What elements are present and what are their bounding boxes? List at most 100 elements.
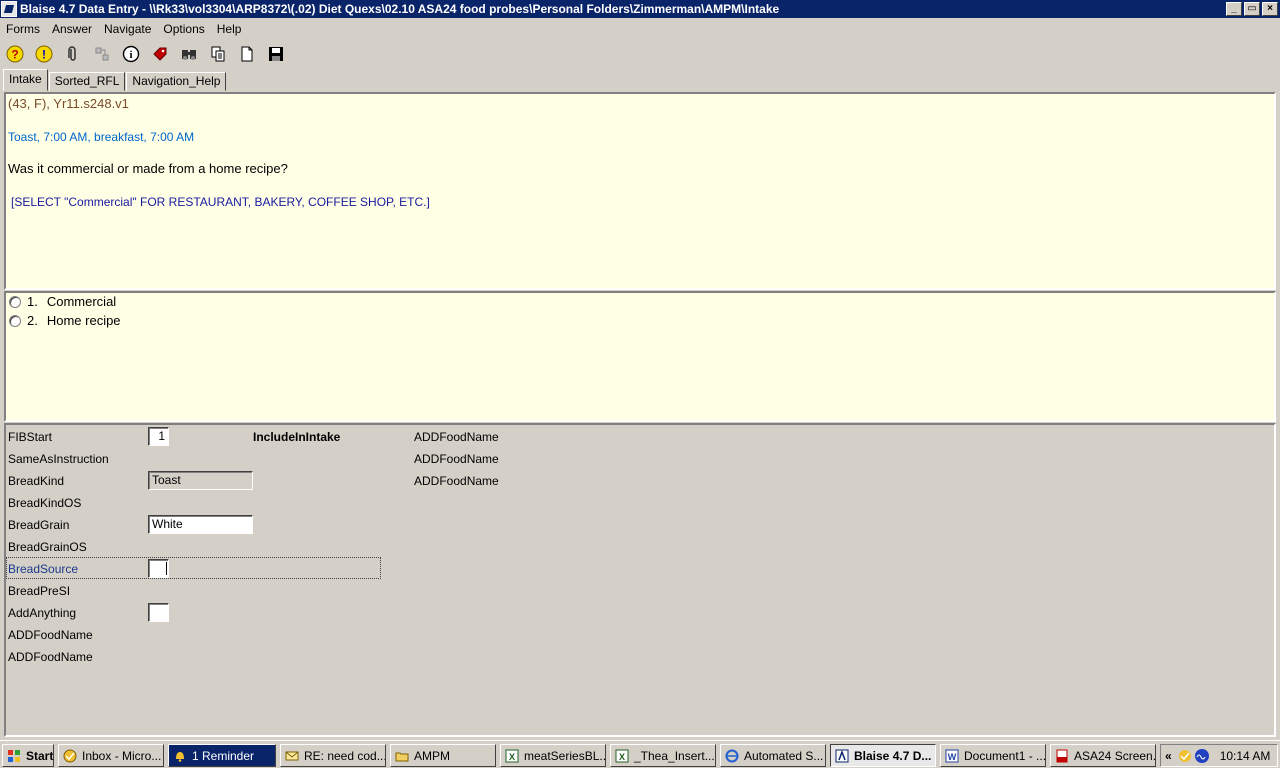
taskbar-item-label: Inbox - Micro...: [82, 748, 162, 763]
menu-forms[interactable]: Forms: [0, 22, 46, 36]
start-label: Start: [26, 748, 54, 763]
outlook-tray-icon[interactable]: [1178, 749, 1192, 763]
field-label-addfoodname-1: ADDFoodName: [8, 628, 93, 642]
info-alert-icon[interactable]: !: [34, 44, 54, 64]
option-label: Commercial: [46, 294, 117, 309]
taskbar-item-asa24-screen[interactable]: ASA24 Screen...: [1050, 744, 1156, 767]
windows-logo-icon: [8, 749, 20, 762]
minimize-button[interactable]: _: [1226, 2, 1242, 16]
tray-expand-icon[interactable]: «: [1165, 749, 1172, 763]
question-text: Was it commercial or made from a home re…: [8, 161, 288, 176]
taskbar-item-label: meatSeriesBL...: [524, 748, 606, 763]
addfoodname-label-2: ADDFoodName: [414, 452, 499, 466]
taskbar-item-meatseries[interactable]: X meatSeriesBL...: [500, 744, 606, 767]
respondent-meta: (43, F), Yr11.s248.v1: [8, 96, 129, 111]
block-label-include-in-intake: IncludeInIntake: [253, 430, 341, 444]
close-button[interactable]: ×: [1262, 2, 1278, 16]
breadsource-field[interactable]: [148, 559, 169, 578]
menu-options[interactable]: Options: [157, 22, 210, 36]
bell-icon: [176, 751, 184, 762]
question-panel: (43, F), Yr11.s248.v1 Toast, 7:00 AM, br…: [4, 92, 1276, 290]
tab-sorted-rfl[interactable]: Sorted_RFL: [48, 72, 126, 91]
taskbar-item-document1[interactable]: W Document1 - ...: [940, 744, 1046, 767]
start-button[interactable]: Start: [2, 744, 54, 767]
answer-option-commercial[interactable]: 1. Commercial: [9, 294, 116, 309]
radio-button[interactable]: [9, 295, 21, 308]
svg-text:!: !: [42, 48, 46, 62]
taskbar: Start Inbox - Micro... 1 Reminder RE: ne…: [0, 740, 1280, 768]
field-label-breadkind: BreadKind: [8, 474, 65, 488]
menu-navigate[interactable]: Navigate: [98, 22, 157, 36]
about-icon[interactable]: i: [121, 44, 141, 64]
taskbar-item-label: ASA24 Screen...: [1074, 748, 1156, 763]
menu-answer[interactable]: Answer: [46, 22, 98, 36]
folder-icon: [395, 752, 409, 761]
option-number: 2.: [27, 313, 38, 328]
copy-doc-icon[interactable]: [208, 44, 228, 64]
field-label-breadgrainos: BreadGrainOS: [8, 540, 87, 554]
tag-icon[interactable]: [150, 44, 170, 64]
radio-button[interactable]: [9, 314, 21, 327]
form-pane: FIBStart 1 IncludeInIntake ADDFoodName S…: [4, 423, 1276, 737]
svg-text:i: i: [129, 49, 132, 61]
binoculars-icon[interactable]: [179, 44, 199, 64]
tab-intake[interactable]: Intake: [3, 69, 48, 91]
new-doc-icon[interactable]: [237, 44, 257, 64]
field-label-fibstart: FIBStart: [8, 430, 53, 444]
svg-text:X: X: [619, 752, 625, 762]
word-icon: W: [945, 749, 959, 762]
option-label: Home recipe: [46, 313, 121, 328]
svg-text:?: ?: [11, 48, 18, 62]
taskbar-item-automated[interactable]: Automated S...: [720, 744, 826, 767]
answer-option-home-recipe[interactable]: 2. Home recipe: [9, 313, 121, 328]
taskbar-item-inbox[interactable]: Inbox - Micro...: [58, 744, 164, 767]
svg-text:W: W: [948, 752, 957, 762]
interviewer-instruction: [SELECT "Commercial" FOR RESTAURANT, BAK…: [11, 195, 430, 209]
taskbar-item-ampm-folder[interactable]: AMPM: [390, 744, 496, 767]
help-icon[interactable]: ?: [5, 44, 25, 64]
toolbar: ? ! i: [0, 40, 1280, 68]
field-label-breadsource: BreadSource: [8, 562, 79, 576]
taskbar-item-email[interactable]: RE: need cod...: [280, 744, 386, 767]
svg-text:X: X: [509, 752, 515, 762]
taskbar-item-label: Document1 - ...: [964, 748, 1046, 763]
taskbar-item-label: _Thea_Insert...: [634, 748, 715, 763]
taskbar-item-label: Blaise 4.7 D...: [854, 748, 932, 763]
taskbar-item-label: Automated S...: [744, 748, 824, 763]
breadkind-field[interactable]: Toast: [148, 471, 253, 490]
taskbar-item-reminder[interactable]: 1 Reminder: [168, 744, 276, 767]
excel-icon: X: [615, 749, 629, 762]
text-cursor: [166, 562, 167, 575]
breadgrain-field[interactable]: White: [148, 515, 253, 534]
menu-bar: Forms Answer Navigate Options Help: [0, 19, 1280, 39]
taskbar-item-thea-insert[interactable]: X _Thea_Insert...: [610, 744, 716, 767]
excel-icon: X: [505, 749, 519, 762]
window-title: Blaise 4.7 Data Entry - \\Rk33\vol3304\A…: [20, 2, 780, 16]
field-label-addfoodname-2: ADDFoodName: [8, 650, 93, 664]
clock: 10:14 AM: [1219, 748, 1271, 763]
blaise-icon: [835, 749, 849, 762]
field-label-breadgrain: BreadGrain: [8, 518, 70, 532]
title-bar: Blaise 4.7 Data Entry - \\Rk33\vol3304\A…: [0, 0, 1280, 18]
taskbar-item-blaise[interactable]: Blaise 4.7 D...: [830, 744, 936, 767]
restore-button[interactable]: ▭: [1244, 2, 1260, 16]
tab-navigation-help[interactable]: Navigation_Help: [126, 72, 227, 91]
blaise-app-icon[interactable]: [1, 1, 17, 17]
outlook-icon: [63, 749, 77, 762]
taskbar-item-label: 1 Reminder: [192, 748, 255, 763]
network-icon[interactable]: [92, 44, 112, 64]
paperclip-icon[interactable]: [63, 44, 83, 64]
addfoodname-label-3: ADDFoodName: [414, 474, 499, 488]
save-icon[interactable]: [266, 44, 286, 64]
field-label-breadkindos: BreadKindOS: [8, 496, 82, 510]
answer-panel: 1. Commercial 2. Home recipe: [4, 291, 1276, 422]
fibstart-field[interactable]: 1: [148, 427, 169, 446]
field-label-addanything: AddAnything: [8, 606, 77, 620]
system-tray: « 10:14 AM: [1160, 744, 1278, 767]
option-number: 1.: [27, 294, 38, 309]
network-tray-icon[interactable]: [1194, 748, 1210, 764]
taskbar-item-label: AMPM: [414, 748, 450, 763]
menu-help[interactable]: Help: [211, 22, 248, 36]
field-label-breadpresi: BreadPreSI: [8, 584, 71, 598]
addanything-field[interactable]: [148, 603, 169, 622]
